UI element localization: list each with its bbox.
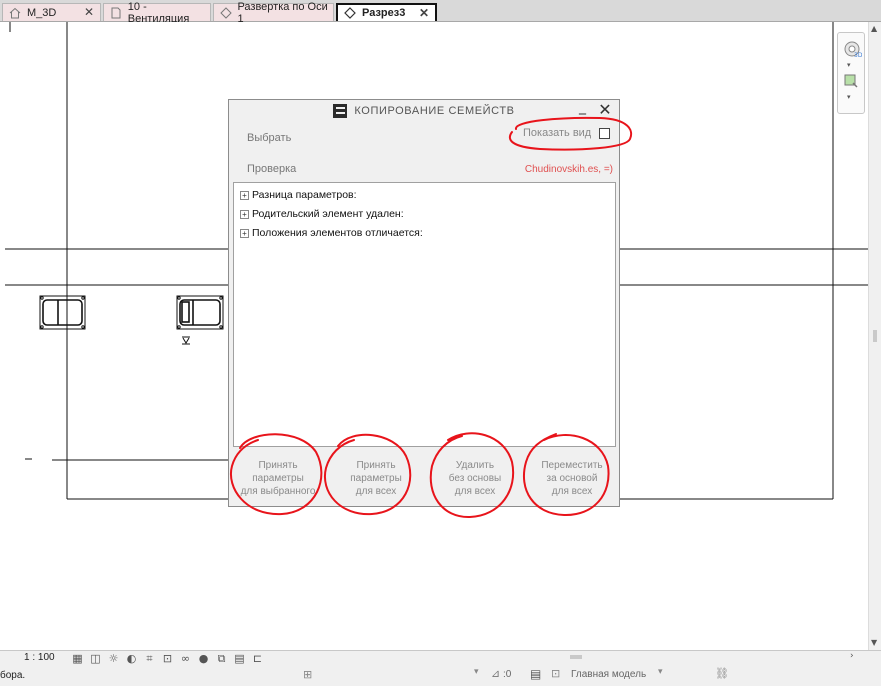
show-view-toggle[interactable]: Показать вид xyxy=(523,127,611,139)
svg-text:3D: 3D xyxy=(854,52,862,59)
move-with-host-button[interactable]: Переместить за основой для всех xyxy=(526,452,618,504)
button-text-line: Принять xyxy=(356,459,396,471)
detail-level-icon[interactable]: ▦ xyxy=(70,651,85,666)
tab-label: Разрез3 xyxy=(362,7,406,19)
filter-icon[interactable]: ⊿ xyxy=(491,667,500,680)
button-text-line: Переместить xyxy=(541,459,603,471)
scroll-right-icon[interactable]: › xyxy=(850,651,854,661)
horizontal-scrollbar[interactable]: › xyxy=(300,651,860,663)
temporary-view-icon[interactable]: ⧉ xyxy=(214,651,229,666)
analytical-model-icon[interactable]: ▤ xyxy=(232,651,247,666)
button-text-line: Удалить xyxy=(455,459,495,471)
delete-without-host-button[interactable]: Удалить без основы для всех xyxy=(429,452,521,504)
tab-section-3[interactable]: Разрез3 ✕ xyxy=(336,3,437,21)
accept-params-selected-button[interactable]: Принять параметры для выбранного xyxy=(232,452,324,504)
button-text-line: за основой xyxy=(546,472,598,484)
scroll-thumb[interactable] xyxy=(570,655,582,659)
status-message: бора. xyxy=(0,670,26,681)
reveal-hidden-icon[interactable]: ● xyxy=(196,651,211,666)
tree-item[interactable]: + Положения элементов отличается: xyxy=(240,227,423,239)
user-label: Chudinovskih.es, =) xyxy=(524,164,613,175)
expand-icon[interactable]: + xyxy=(240,228,249,238)
view-control-bar: ▦ ◫ ☼ ◐ ⌗ ⊡ ∞ ● ⧉ ▤ ⊏ xyxy=(70,651,265,666)
close-button[interactable]: ✕ xyxy=(597,102,613,118)
expand-icon[interactable]: + xyxy=(240,209,249,219)
home-icon xyxy=(8,6,22,20)
active-model-label[interactable]: Главная модель xyxy=(571,669,646,680)
chevron-down-icon[interactable]: ▾ xyxy=(847,93,851,101)
button-text-line: для выбранного xyxy=(240,485,316,497)
navigation-bar: 3D ▾ ▾ xyxy=(837,32,865,114)
equipment-symbol xyxy=(39,295,86,330)
section-icon xyxy=(343,6,357,20)
button-text-line: для всех xyxy=(355,485,397,497)
tree-item-label: Разница параметров: xyxy=(252,189,357,201)
tab-label: 10 - Вентиляция xyxy=(127,0,190,25)
tab-label: Развертка по Оси 1 xyxy=(237,0,328,25)
button-text-line: параметры xyxy=(252,472,304,484)
tree-item-label: Положения элементов отличается: xyxy=(252,227,423,239)
constraints-icon[interactable]: ⊏ xyxy=(250,651,265,666)
tab-m-3d[interactable]: M_3D ✕ xyxy=(2,3,101,21)
choose-button[interactable]: Выбрать xyxy=(247,132,291,144)
crop-view-icon[interactable]: ⌗ xyxy=(142,651,157,666)
chevron-down-icon[interactable]: ▾ xyxy=(474,667,479,677)
scroll-thumb[interactable] xyxy=(873,330,877,342)
vertical-scrollbar[interactable]: ▲ ▼ xyxy=(868,22,881,650)
chevron-down-icon[interactable]: ▾ xyxy=(847,61,851,69)
dialog-title-bar[interactable]: КОПИРОВАНИЕ СЕМЕЙСТВ xyxy=(229,100,619,122)
zoom-icon[interactable] xyxy=(843,73,859,92)
sun-path-icon[interactable]: ☼ xyxy=(106,651,121,666)
visual-style-icon[interactable]: ◫ xyxy=(88,651,103,666)
dialog-title: КОПИРОВАНИЕ СЕМЕЙСТВ xyxy=(354,105,515,117)
button-text-line: параметры xyxy=(350,472,402,484)
floor-plan-icon xyxy=(109,6,123,20)
show-view-label: Показать вид xyxy=(523,127,592,139)
button-text-line: для всех xyxy=(551,485,593,497)
design-options-icon[interactable]: ▤ xyxy=(530,667,541,681)
minimize-button[interactable]: _ xyxy=(579,100,593,116)
tab-close-icon[interactable]: ✕ xyxy=(419,6,429,20)
equipment-symbol xyxy=(176,295,224,345)
results-tree[interactable]: + Разница параметров: + Родительский эле… xyxy=(233,182,616,447)
tree-item[interactable]: + Разница параметров: xyxy=(240,189,357,201)
accept-params-all-button[interactable]: Принять параметры для всех xyxy=(330,452,422,504)
crop-region-icon[interactable]: ⊡ xyxy=(160,651,175,666)
editable-only-icon[interactable]: ⊡ xyxy=(551,667,560,680)
scroll-up-icon[interactable]: ▲ xyxy=(871,24,877,33)
expand-icon[interactable]: + xyxy=(240,190,249,200)
button-text-line: без основы xyxy=(448,472,502,484)
tab-elevation[interactable]: Развертка по Оси 1 xyxy=(213,1,334,25)
tab-close-icon[interactable]: ✕ xyxy=(84,5,94,19)
button-text-line: для всех xyxy=(454,485,496,497)
temporary-hide-icon[interactable]: ∞ xyxy=(178,651,193,666)
app-logo-icon xyxy=(333,104,348,118)
status-bar: 1 : 100 ▦ ◫ ☼ ◐ ⌗ ⊡ ∞ ● ⧉ ▤ ⊏ › бора. ⊞ … xyxy=(0,650,881,686)
shadows-icon[interactable]: ◐ xyxy=(124,651,139,666)
worksharing-icon[interactable]: ⊞ xyxy=(303,668,312,681)
tree-item-label: Родительский элемент удален: xyxy=(252,208,404,220)
view-scale[interactable]: 1 : 100 xyxy=(24,652,55,663)
button-text-line: Принять xyxy=(258,459,298,471)
select-links-icon[interactable]: ⛓ xyxy=(715,667,729,680)
view-tab-bar: M_3D ✕ 10 - Вентиляция Развертка по Оси … xyxy=(0,0,881,25)
tab-label: M_3D xyxy=(27,6,57,19)
tab-ventilation[interactable]: 10 - Вентиляция xyxy=(103,1,211,25)
selection-count: :0 xyxy=(503,669,512,680)
chevron-down-icon[interactable]: ▾ xyxy=(658,667,663,677)
show-view-checkbox[interactable] xyxy=(599,127,611,139)
check-button[interactable]: Проверка xyxy=(247,163,296,175)
copy-families-dialog: КОПИРОВАНИЕ СЕМЕЙСТВ _ ✕ Выбрать Проверк… xyxy=(228,99,620,507)
elevation-icon xyxy=(219,6,232,20)
steering-wheel-icon[interactable]: 3D xyxy=(842,39,863,62)
tree-item[interactable]: + Родительский элемент удален: xyxy=(240,208,404,220)
scroll-down-icon[interactable]: ▼ xyxy=(871,638,877,647)
